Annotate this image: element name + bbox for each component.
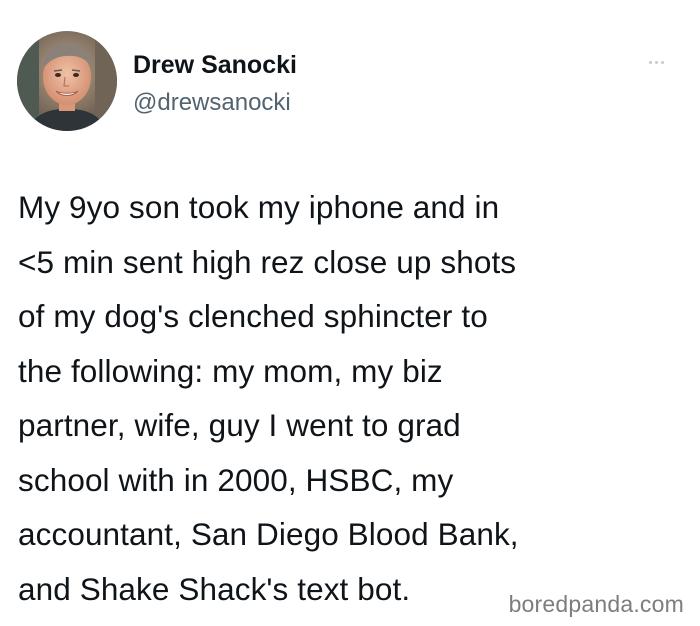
tweet-text: My 9yo son took my iphone and in <5 min … xyxy=(18,189,519,607)
dot xyxy=(654,60,658,64)
dot xyxy=(648,60,652,64)
dot xyxy=(660,60,664,64)
author-handle[interactable]: @drewsanocki xyxy=(133,89,291,117)
avatar-photo xyxy=(17,31,117,131)
ellipsis-icon[interactable] xyxy=(640,52,672,72)
watermark: boredpanda.com xyxy=(508,591,684,617)
author-name[interactable]: Drew Sanocki xyxy=(133,50,297,80)
author-avatar[interactable] xyxy=(17,31,117,131)
tweet-card: Drew Sanocki @drewsanocki My 9yo son too… xyxy=(0,0,700,626)
